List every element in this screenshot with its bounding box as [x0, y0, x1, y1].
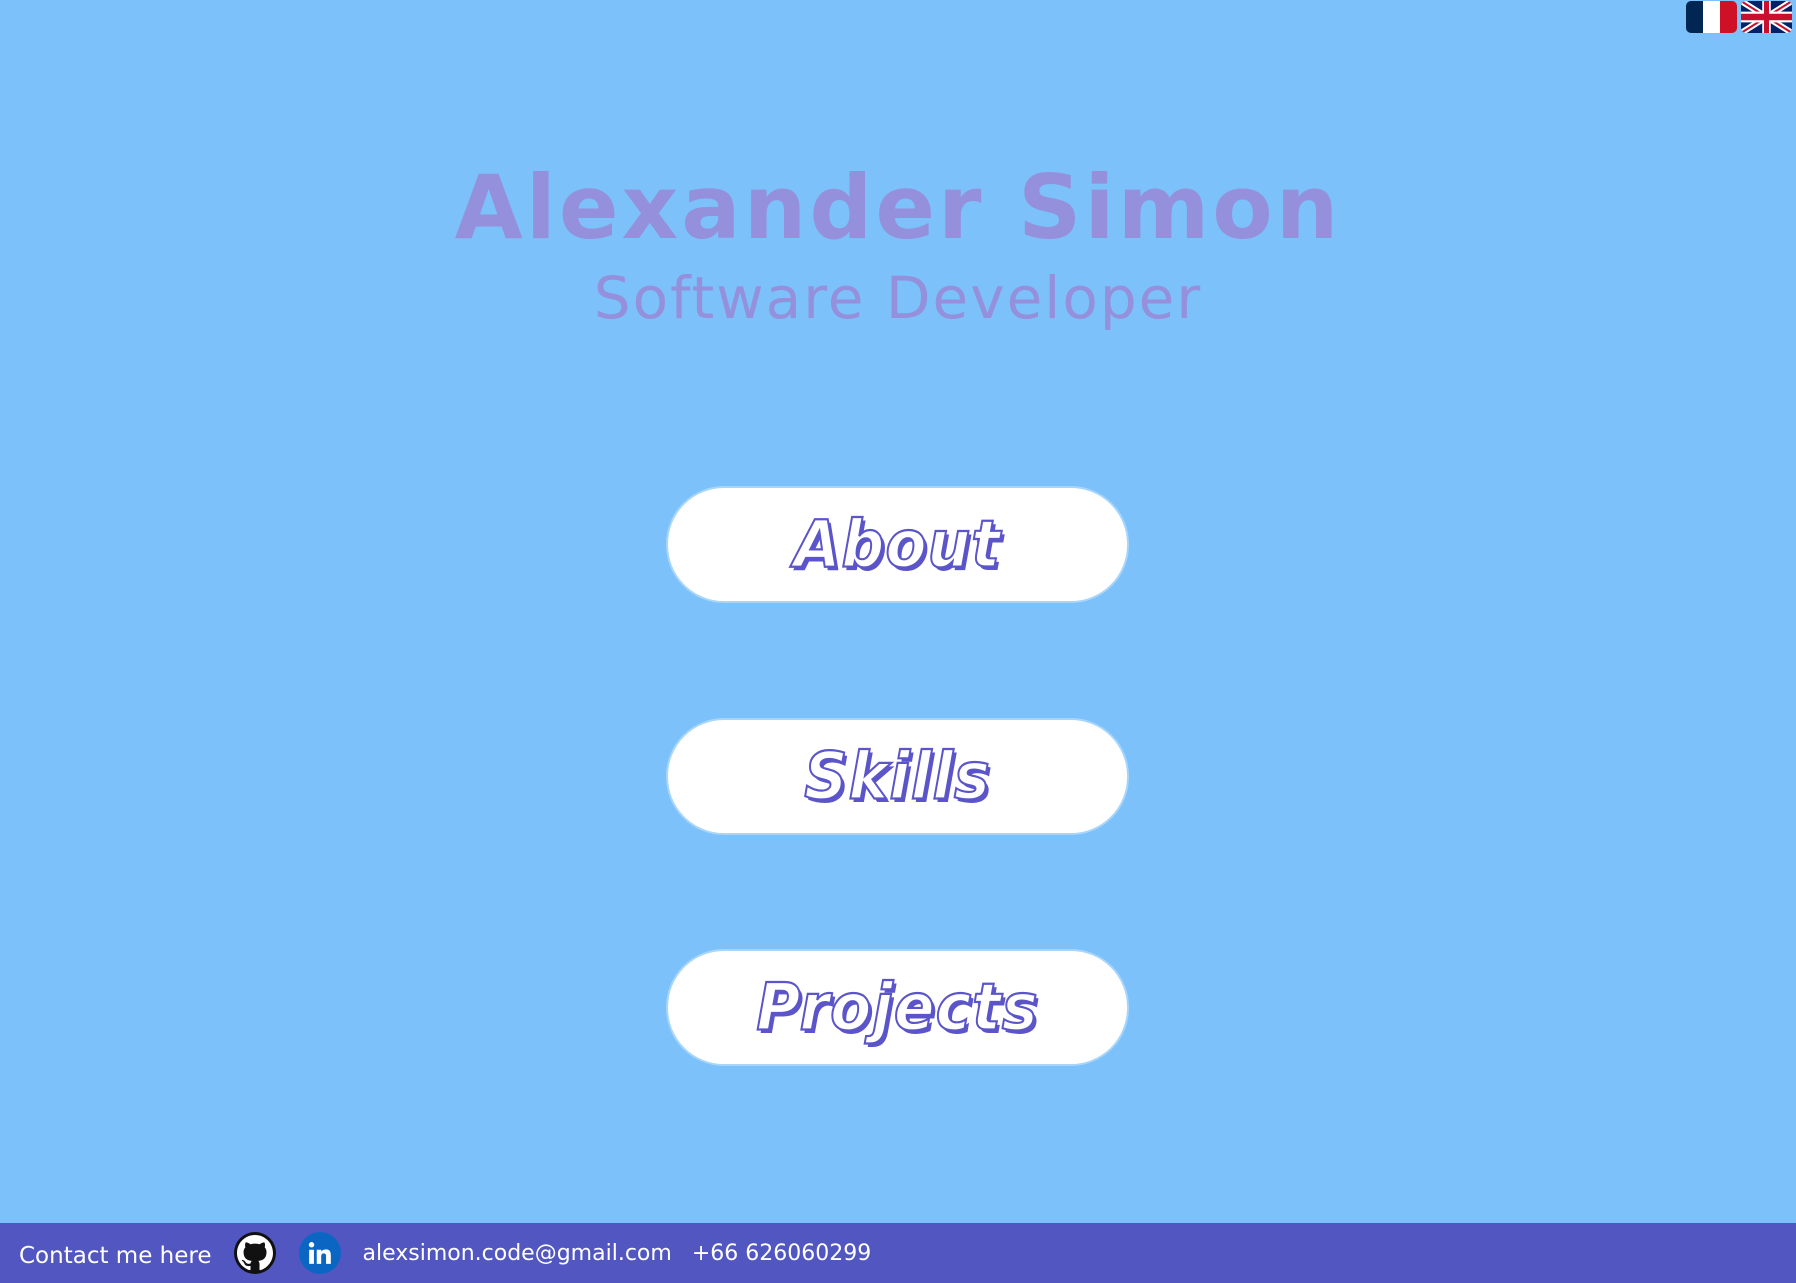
contact-label: Contact me here — [19, 1243, 212, 1269]
projects-button[interactable]: Projects — [666, 949, 1129, 1066]
skills-button[interactable]: Skills — [666, 718, 1129, 835]
about-button[interactable]: About — [666, 486, 1129, 603]
skills-button-label: Skills — [803, 738, 991, 816]
uk-flag-icon[interactable] — [1741, 1, 1792, 33]
contact-phone: +66 626060299 — [691, 1240, 872, 1266]
contact-footer: Contact me here alexsimon.code@gmail.com… — [0, 1223, 1796, 1283]
github-icon[interactable] — [233, 1232, 276, 1274]
page-subtitle: Software Developer — [593, 264, 1203, 332]
page-title: Alexander Simon — [454, 156, 1342, 259]
about-button-label: About — [793, 506, 1001, 584]
contact-email[interactable]: alexsimon.code@gmail.com — [363, 1241, 672, 1266]
projects-button-label: Projects — [755, 969, 1039, 1047]
language-switcher — [1686, 1, 1792, 33]
hero-header: Alexander Simon Software Developer — [0, 156, 1796, 338]
france-flag-icon[interactable] — [1686, 1, 1737, 33]
linkedin-icon[interactable] — [298, 1232, 341, 1274]
